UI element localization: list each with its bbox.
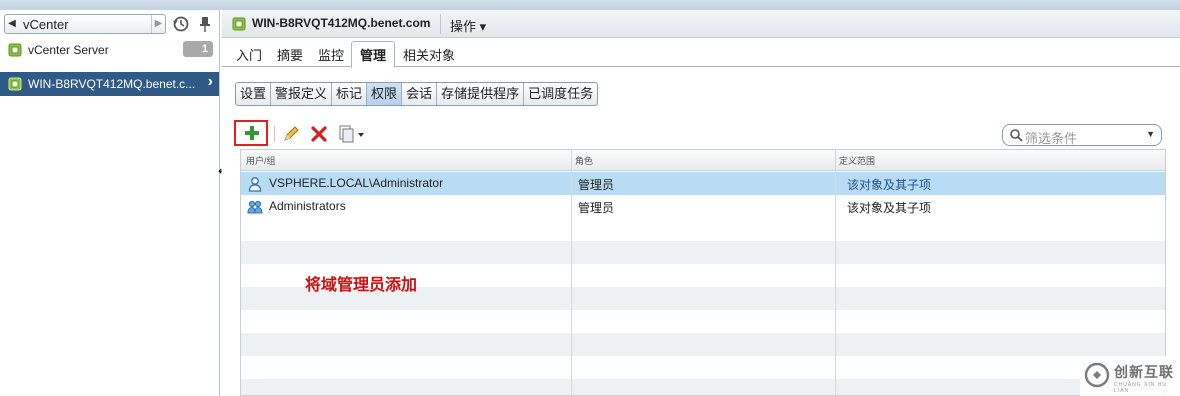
permissions-toolbar <box>234 120 654 148</box>
count-badge: 1 <box>183 41 213 57</box>
actions-menu[interactable]: 操作 ▾ <box>450 16 486 35</box>
object-header: WIN-B8RVQT412MQ.benet.com 操作 ▾ <box>222 10 1180 38</box>
add-icon <box>245 126 259 140</box>
empty-row <box>241 218 1165 241</box>
subtab-tags[interactable]: 标记 <box>332 83 368 105</box>
top-strip <box>0 0 1180 10</box>
empty-row <box>241 356 1165 379</box>
pin-icon[interactable] <box>198 15 212 33</box>
subtab-settings[interactable]: 设置 <box>236 83 272 105</box>
role-cell: 管理员 <box>578 201 615 215</box>
chevron-down-icon[interactable]: ▼ <box>1146 129 1155 139</box>
subtab-sessions[interactable]: 会话 <box>402 83 438 105</box>
subtab-alarm-definitions[interactable]: 警报定义 <box>271 83 333 105</box>
watermark-logo-icon <box>1084 362 1110 388</box>
add-permission-button[interactable] <box>234 120 268 146</box>
role-cell: 管理员 <box>578 178 615 192</box>
history-icon[interactable] <box>172 15 190 33</box>
user-cell: Administrators <box>269 199 346 213</box>
navigator-title: vCenter <box>23 17 69 32</box>
search-icon <box>1010 129 1023 142</box>
divider <box>440 14 441 34</box>
tab-manage[interactable]: 管理 <box>351 41 396 68</box>
navigator-breadcrumb[interactable]: ◀ vCenter ▶ <box>4 14 166 34</box>
empty-row <box>241 241 1165 264</box>
empty-row <box>241 379 1165 395</box>
subtab-scheduled-tasks[interactable]: 已调度任务 <box>524 83 597 105</box>
watermark: 创新互联 CHUANG XIN HU LIAN <box>1080 356 1180 396</box>
tree-item-vcenter-server[interactable]: vCenter Server 1 <box>0 38 219 62</box>
column-header-scope[interactable]: 定义范围 <box>839 154 875 167</box>
column-header-role[interactable]: 角色 <box>575 154 593 167</box>
column-divider <box>835 150 836 395</box>
empty-row <box>241 333 1165 356</box>
toolbar-divider <box>274 126 275 142</box>
navigator-pane: ◀ vCenter ▶ vCenter Server 1 WIN-B8RVQT4… <box>0 10 220 396</box>
navigator-bar: ◀ vCenter ▶ <box>4 14 216 36</box>
group-icon <box>247 200 263 214</box>
tab-monitor[interactable]: 监控 <box>318 45 344 64</box>
tab-summary[interactable]: 摘要 <box>277 45 303 64</box>
vcenter-server-icon <box>8 77 22 91</box>
filter-input[interactable]: 筛选条件 ▼ <box>1002 124 1162 146</box>
forward-arrow-icon[interactable]: ▶ <box>151 15 165 33</box>
scope-cell: 该对象及其子项 <box>847 178 932 192</box>
column-divider <box>571 150 572 395</box>
subtab-storage-providers[interactable]: 存储提供程序 <box>437 83 525 105</box>
subtab-permissions[interactable]: 权限 <box>367 83 403 105</box>
watermark-text: 创新互联 <box>1114 364 1174 380</box>
tree-item-label: vCenter Server <box>28 43 109 57</box>
vcenter-server-icon <box>8 43 22 57</box>
annotation-text: 将域管理员添加 <box>305 275 418 294</box>
filter-placeholder: 筛选条件 <box>1025 131 1078 146</box>
edit-icon[interactable] <box>282 125 300 143</box>
empty-row <box>241 310 1165 333</box>
content-pane: WIN-B8RVQT412MQ.benet.com 操作 ▾ 入门 摘要 监控 … <box>222 10 1180 396</box>
manage-subtabs: 设置 警报定义 标记 权限 会话 存储提供程序 已调度任务 <box>235 82 599 106</box>
object-title: WIN-B8RVQT412MQ.benet.com <box>252 16 431 30</box>
tree-item-label: WIN-B8RVQT412MQ.benet.c... <box>28 77 196 91</box>
export-icon[interactable] <box>338 125 366 143</box>
chevron-right-icon[interactable]: › <box>208 73 213 91</box>
scope-cell: 该对象及其子项 <box>847 201 932 215</box>
tab-getting-started[interactable]: 入门 <box>236 45 262 64</box>
user-icon <box>248 177 262 192</box>
table-row[interactable]: VSPHERE.LOCAL\Administrator 管理员 该对象及其子项 <box>241 172 1165 195</box>
back-arrow-icon[interactable]: ◀ <box>5 15 19 33</box>
grid-header: 用户/组 角色 定义范围 <box>241 150 1165 171</box>
watermark-subtext: CHUANG XIN HU LIAN <box>1114 382 1168 394</box>
main-tabs: 入门 摘要 监控 管理 相关对象 <box>222 39 1180 68</box>
column-header-user[interactable]: 用户/组 <box>246 154 276 167</box>
tab-related-objects[interactable]: 相关对象 <box>403 45 455 64</box>
vcenter-server-icon <box>232 17 246 31</box>
table-row[interactable]: Administrators 管理员 该对象及其子项 <box>241 195 1165 218</box>
user-cell: VSPHERE.LOCAL\Administrator <box>269 176 444 190</box>
delete-icon[interactable] <box>310 125 328 143</box>
tree-item-vcenter-host[interactable]: WIN-B8RVQT412MQ.benet.c... › <box>0 72 219 96</box>
